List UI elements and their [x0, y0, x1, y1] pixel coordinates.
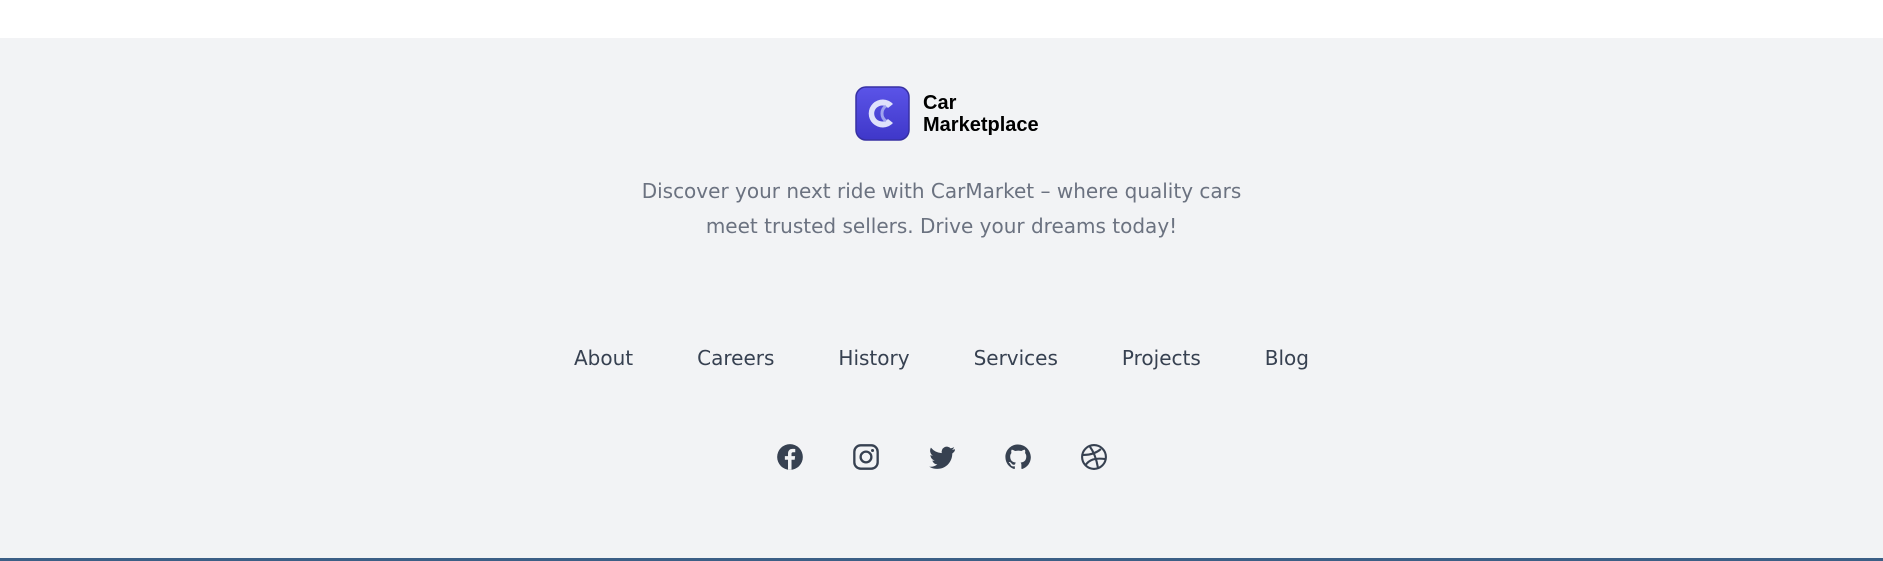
nav-link-careers[interactable]: Careers	[697, 346, 774, 370]
nav-link-services[interactable]: Services	[974, 346, 1058, 370]
facebook-icon	[776, 444, 803, 470]
footer-tagline: Discover your next ride with CarMarket –…	[0, 174, 1883, 244]
social-links	[0, 443, 1883, 471]
brand-name-line1: Car	[923, 91, 957, 114]
twitter-link[interactable]	[928, 443, 956, 471]
tagline-line2: meet trusted sellers. Drive your dreams …	[705, 214, 1178, 238]
instagram-link[interactable]	[852, 443, 880, 471]
nav-link-blog[interactable]: Blog	[1265, 346, 1309, 370]
footer-nav: About Careers History Services Projects …	[0, 346, 1883, 370]
github-link[interactable]	[1004, 443, 1032, 471]
nav-link-about[interactable]: About	[574, 346, 633, 370]
dribbble-link[interactable]	[1080, 443, 1108, 471]
brand-name: Car Marketplace	[923, 92, 1053, 136]
page-top-strip	[0, 0, 1883, 38]
instagram-icon	[852, 444, 879, 470]
car-marketplace-logo-icon	[855, 86, 910, 141]
facebook-link[interactable]	[776, 443, 804, 471]
nav-link-history[interactable]: History	[838, 346, 909, 370]
github-icon	[1004, 444, 1031, 470]
dribbble-icon	[1080, 444, 1107, 470]
twitter-icon	[928, 446, 955, 469]
footer-brand[interactable]: Car Marketplace	[855, 86, 1053, 141]
tagline-line1: Discover your next ride with CarMarket –…	[641, 179, 1242, 203]
brand-name-line2: Marketplace	[923, 113, 1039, 136]
nav-link-projects[interactable]: Projects	[1122, 346, 1201, 370]
